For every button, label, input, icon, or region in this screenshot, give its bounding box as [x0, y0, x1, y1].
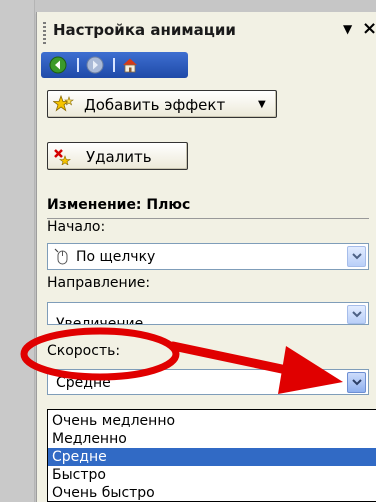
highlight-ellipse — [20, 327, 180, 381]
annotation-overlay — [20, 327, 343, 394]
annotation-arrow-head — [278, 346, 343, 394]
annotation-arrow-shaft — [168, 341, 301, 377]
